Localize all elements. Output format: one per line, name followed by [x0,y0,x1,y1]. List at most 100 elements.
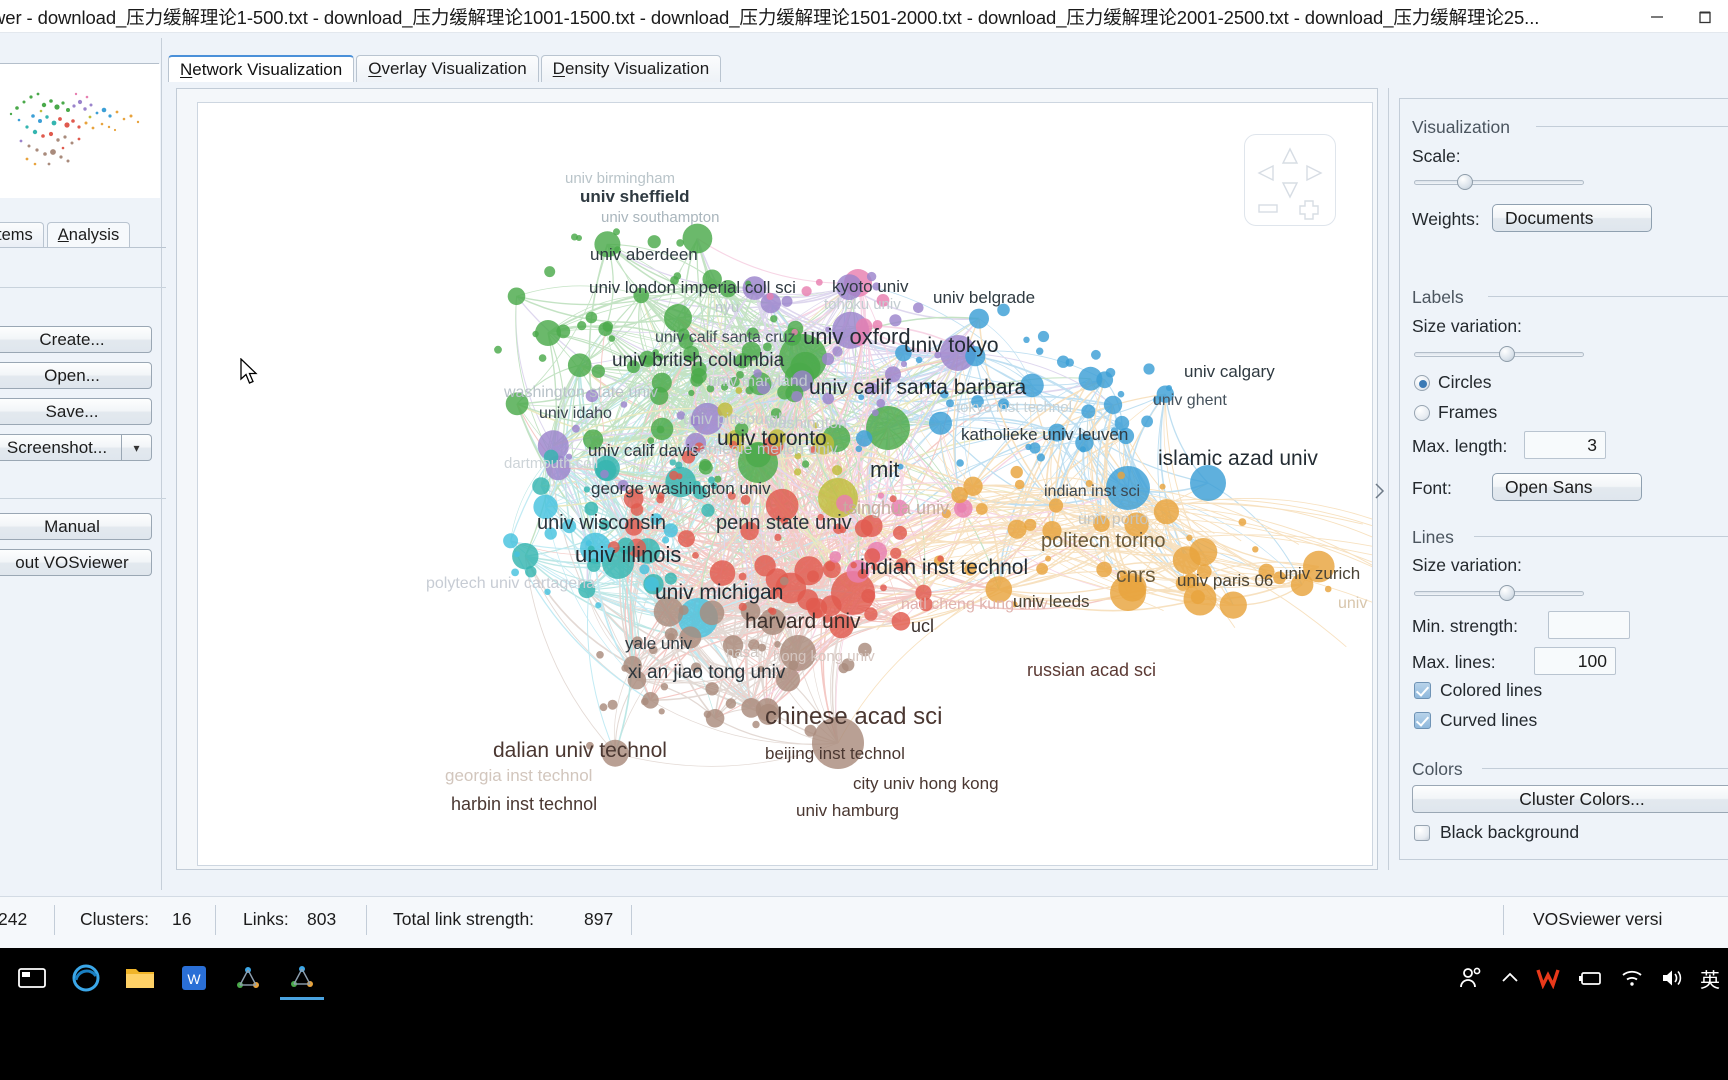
map-node[interactable] [861,589,876,603]
map-node[interactable] [585,311,598,324]
max-length-field[interactable]: 3 [1524,431,1606,459]
map-node[interactable] [567,353,592,377]
people-icon[interactable] [1458,966,1484,990]
map-node-label[interactable]: indian inst sci [1044,483,1140,500]
screenshot-dropdown-arrow[interactable]: ▾ [122,434,152,461]
battery-icon[interactable] [1576,967,1604,989]
map-node[interactable] [754,555,776,577]
map-node-label[interactable]: univ illinois [575,542,681,567]
map-node[interactable] [690,374,704,387]
left-panel-tabs[interactable]: tems Analysis [0,220,131,248]
map-node-label[interactable]: univ porto [1078,511,1148,528]
map-node[interactable] [815,278,823,286]
map-node[interactable] [641,697,649,706]
map-node[interactable] [864,607,878,621]
map-node[interactable] [1024,518,1037,531]
map-node[interactable] [602,321,614,332]
map-node[interactable] [946,399,954,408]
map-node[interactable] [675,461,683,469]
volume-icon[interactable] [1660,967,1684,989]
map-node[interactable] [738,572,747,581]
map-node[interactable] [1141,415,1153,428]
map-node-label[interactable]: univ birmingham [565,170,675,187]
map-node[interactable] [880,584,887,592]
map-node[interactable] [1324,585,1332,593]
map-node[interactable] [752,720,760,729]
map-node[interactable] [1036,347,1044,355]
map-node-label[interactable]: tokyo inst technol [956,399,1072,416]
map-node[interactable] [801,286,812,297]
map-node[interactable] [821,352,835,366]
wps-writer-icon[interactable]: W [172,956,216,1000]
map-node[interactable] [1007,519,1027,539]
map-node-label[interactable]: dalian univ technol [493,739,667,762]
map-node-label[interactable]: ucl [911,616,934,636]
map-node[interactable] [956,459,964,467]
map-node[interactable] [1153,499,1179,525]
map-node[interactable] [1159,483,1166,490]
map-node[interactable] [1117,471,1125,480]
map-node[interactable] [1105,367,1116,378]
map-node-label[interactable]: univ idaho [539,405,612,422]
map-node[interactable] [1045,555,1052,562]
lines-size-variation-knob[interactable] [1498,585,1515,601]
map-node-label[interactable]: cnrs [1116,564,1156,587]
map-node-label[interactable]: univ wisconsin [537,512,666,534]
map-node[interactable] [1103,395,1123,415]
map-node[interactable] [1172,546,1201,574]
map-node[interactable] [1143,363,1155,375]
map-node-label[interactable]: univ sheffield [580,187,690,206]
map-node[interactable] [1252,546,1259,553]
map-node[interactable] [701,503,715,517]
taskview-icon[interactable] [10,956,54,1000]
map-node-label[interactable]: nyu [715,299,739,316]
map-node[interactable] [876,398,886,408]
map-node[interactable] [956,502,967,513]
map-node-label[interactable]: univ calif santa barbara [809,376,1026,399]
map-node-label[interactable]: univ calif davis [588,441,699,460]
map-node[interactable] [613,228,620,236]
map-node-label[interactable]: mit [870,457,899,482]
map-node[interactable] [794,556,824,586]
map-node[interactable] [856,430,873,447]
map-node[interactable] [576,235,582,241]
map-node-label[interactable]: tsinghua univ [843,498,949,518]
about-vosviewer-button[interactable]: out VOSviewer [0,549,152,576]
map-node[interactable] [669,459,676,466]
map-node[interactable] [600,469,609,479]
map-node[interactable] [538,354,547,362]
map-node-label[interactable]: univ maryland [708,373,808,390]
map-node[interactable] [705,682,719,696]
open-button[interactable]: Open... [0,362,152,389]
font-combobox[interactable]: Open Sans [1492,473,1642,501]
map-node-label[interactable]: harvard univ [745,610,861,633]
map-node-label[interactable]: xi an jiao tong univ [628,662,786,683]
map-node-label[interactable]: univ ghent [1153,392,1227,409]
map-node[interactable] [915,356,923,364]
map-node-label[interactable]: univ british columbia [612,350,785,371]
map-node[interactable] [758,643,766,652]
map-node[interactable] [692,552,699,559]
create-button[interactable]: Create... [0,326,152,353]
left-tab-analysis[interactable]: Analysis [46,222,131,248]
map-node-label[interactable]: city univ hong kong [853,774,999,793]
map-node[interactable] [951,486,968,504]
map-node-label[interactable]: univ barcelona [1338,595,1373,612]
min-strength-field[interactable] [1548,611,1630,639]
map-node-label[interactable]: kyoto univ [832,277,909,296]
map-node[interactable] [1025,443,1032,451]
scale-slider-knob[interactable] [1457,174,1474,190]
navigation-pad[interactable] [1244,134,1336,226]
map-node[interactable] [596,651,604,659]
map-node[interactable] [608,335,616,342]
map-node[interactable] [741,698,762,718]
map-node[interactable] [1036,453,1045,462]
map-node[interactable] [503,533,519,549]
map-node-label[interactable]: katholieke univ leuven [961,425,1128,444]
map-node[interactable] [801,460,810,468]
map-node[interactable] [507,287,526,306]
map-node[interactable] [855,445,863,453]
map-node-label[interactable]: islamic azad univ [1158,447,1318,470]
max-lines-field[interactable]: 100 [1534,647,1616,675]
map-node[interactable] [1036,563,1048,575]
